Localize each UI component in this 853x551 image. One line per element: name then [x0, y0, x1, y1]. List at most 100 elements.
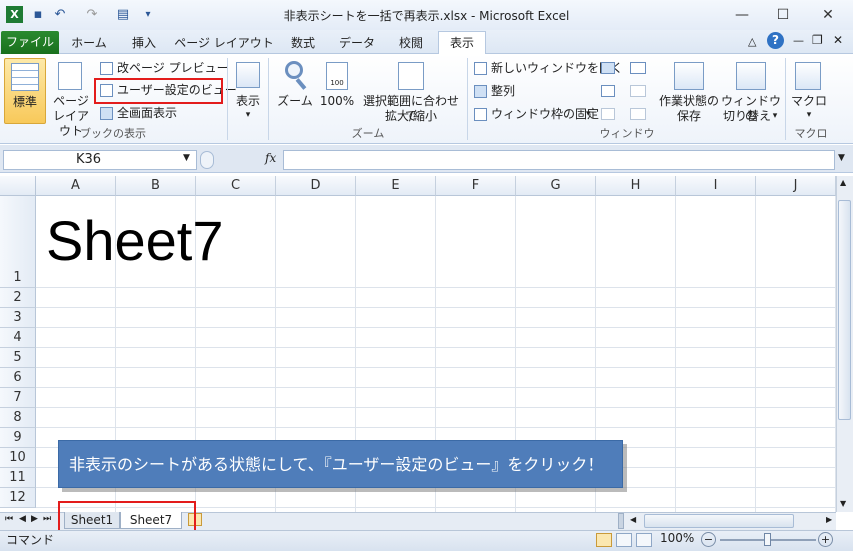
grid-row-line [36, 287, 836, 288]
doc-close-icon[interactable]: ✕ [833, 33, 843, 47]
zoom-level[interactable]: 100% [660, 531, 694, 545]
macros-button[interactable]: マクロ ▾ [788, 58, 830, 124]
tab-file[interactable]: ファイル [1, 31, 59, 54]
expand-formula-bar-icon[interactable]: ▼ [838, 153, 845, 163]
horizontal-scroll-thumb[interactable] [644, 514, 794, 528]
column-header-i[interactable]: I [676, 176, 756, 196]
grid-row-line [36, 307, 836, 308]
scroll-down-icon[interactable]: ▼ [840, 499, 846, 508]
row-header-5[interactable]: 5 [0, 348, 36, 368]
unhide-window-icon[interactable] [601, 108, 615, 120]
full-screen-button[interactable]: 全画面表示 [98, 105, 222, 122]
custom-views-highlight [94, 78, 223, 104]
grid-row-line [36, 367, 836, 368]
row-header-7[interactable]: 7 [0, 388, 36, 408]
zoom-button[interactable]: ズーム [275, 58, 315, 124]
normal-view-button[interactable]: 標準 [4, 58, 46, 124]
hide-window-icon[interactable] [601, 85, 615, 97]
column-header-e[interactable]: E [356, 176, 436, 196]
formula-input[interactable] [283, 150, 835, 170]
normal-view-label: 標準 [12, 95, 37, 109]
vertical-scroll-thumb[interactable] [838, 200, 851, 420]
zoom-100-button[interactable]: 100 100% [318, 58, 356, 124]
help-icon[interactable]: ? [767, 32, 784, 49]
tab-data[interactable]: データ [332, 33, 382, 54]
column-header-f[interactable]: F [436, 176, 516, 196]
save-workspace-button[interactable]: 作業状態の 保存 [658, 58, 720, 124]
zoom-100-label: 100% [319, 94, 355, 108]
row-header-10[interactable]: 10 [0, 448, 36, 468]
reset-position-icon[interactable] [630, 108, 646, 120]
tab-home[interactable]: ホーム [62, 33, 116, 54]
freeze-panes-button[interactable]: ウィンドウ枠の固定 ▾ [472, 106, 599, 123]
column-header-a[interactable]: A [36, 176, 116, 196]
tab-nav-next-icon[interactable]: ▶ [31, 514, 38, 524]
zoom-slider-thumb[interactable] [764, 533, 771, 546]
row-header-11[interactable]: 11 [0, 468, 36, 488]
switch-windows-button[interactable]: ウィンドウの 切り替え ▾ [720, 58, 782, 124]
view-side-by-side-icon[interactable] [630, 62, 646, 74]
arrange-button[interactable]: 整列 [472, 83, 552, 100]
page-layout-view-button[interactable]: ページ レイアウト [48, 58, 94, 138]
row-header-4[interactable]: 4 [0, 328, 36, 348]
page-layout-label-1: ページ [53, 94, 89, 108]
column-header-b[interactable]: B [116, 176, 196, 196]
page-layout-status-icon[interactable] [616, 533, 632, 547]
page-break-status-icon[interactable] [636, 533, 652, 547]
column-header-d[interactable]: D [276, 176, 356, 196]
row-header-2[interactable]: 2 [0, 288, 36, 308]
macros-icon [795, 62, 821, 90]
show-button[interactable]: 表示 ▾ [230, 58, 266, 124]
minimize-ribbon-icon[interactable]: △ [748, 35, 756, 48]
scroll-up-icon[interactable]: ▲ [840, 178, 846, 187]
full-screen-icon [100, 107, 113, 120]
name-box-dropdown-icon[interactable]: ▼ [183, 153, 190, 163]
row-header-6[interactable]: 6 [0, 368, 36, 388]
new-window-button[interactable]: 新しいウィンドウを開く [472, 60, 623, 77]
insert-function-icon[interactable]: fx [265, 151, 276, 165]
grid-column-line [755, 196, 756, 512]
tab-nav-prev-icon[interactable]: ◀ [19, 514, 26, 524]
split-icon[interactable] [601, 62, 615, 74]
tab-formulas[interactable]: 数式 [280, 33, 326, 54]
row-header-1[interactable]: 1 [0, 196, 36, 288]
tab-nav-last-icon[interactable]: ⏭ [43, 514, 51, 524]
column-header-h[interactable]: H [596, 176, 676, 196]
switch-windows-label-2: 切り替え [722, 109, 771, 123]
tab-split-handle[interactable] [618, 513, 624, 529]
zoom-out-icon[interactable]: − [701, 532, 716, 547]
tab-review[interactable]: 校閲 [388, 33, 434, 54]
minimize-button[interactable]: — [724, 4, 760, 26]
tab-view[interactable]: 表示 [438, 31, 486, 54]
freeze-panes-icon [474, 108, 487, 121]
save-workspace-label-1: 作業状態の [658, 94, 719, 108]
zoom-in-icon[interactable]: + [818, 532, 833, 547]
row-header-8[interactable]: 8 [0, 408, 36, 428]
grid-row-line [36, 347, 836, 348]
tab-nav-first-icon[interactable]: ⏮ [5, 514, 13, 524]
grid-row-line [36, 387, 836, 388]
scroll-left-icon[interactable]: ◀ [630, 515, 636, 524]
row-header-9[interactable]: 9 [0, 428, 36, 448]
close-button[interactable]: ✕ [810, 4, 846, 26]
zoom-to-selection-button[interactable]: 選択範囲に合わせて 拡大/縮小 [358, 58, 464, 124]
row-header-12[interactable]: 12 [0, 488, 36, 508]
doc-restore-icon[interactable]: ❐ [812, 33, 823, 47]
cell-a1-text[interactable]: Sheet7 [46, 206, 224, 276]
arrange-label: 整列 [491, 84, 516, 98]
column-header-g[interactable]: G [516, 176, 596, 196]
normal-view-status-icon[interactable] [596, 533, 612, 547]
maximize-button[interactable]: ☐ [765, 4, 801, 26]
tab-insert[interactable]: 挿入 [120, 33, 168, 54]
doc-minimize-icon[interactable]: — [793, 34, 804, 47]
select-all-corner[interactable] [0, 176, 36, 196]
tab-page-layout[interactable]: ページ レイアウト [174, 33, 274, 54]
column-header-j[interactable]: J [756, 176, 836, 196]
column-header-c[interactable]: C [196, 176, 276, 196]
scroll-right-icon[interactable]: ▶ [826, 515, 832, 524]
row-header-3[interactable]: 3 [0, 308, 36, 328]
show-label: 表示 [235, 94, 260, 108]
sync-scroll-icon[interactable] [630, 85, 646, 97]
page-break-preview-button[interactable]: 改ページ プレビュー [98, 60, 229, 77]
name-box[interactable]: K36 [3, 150, 197, 170]
